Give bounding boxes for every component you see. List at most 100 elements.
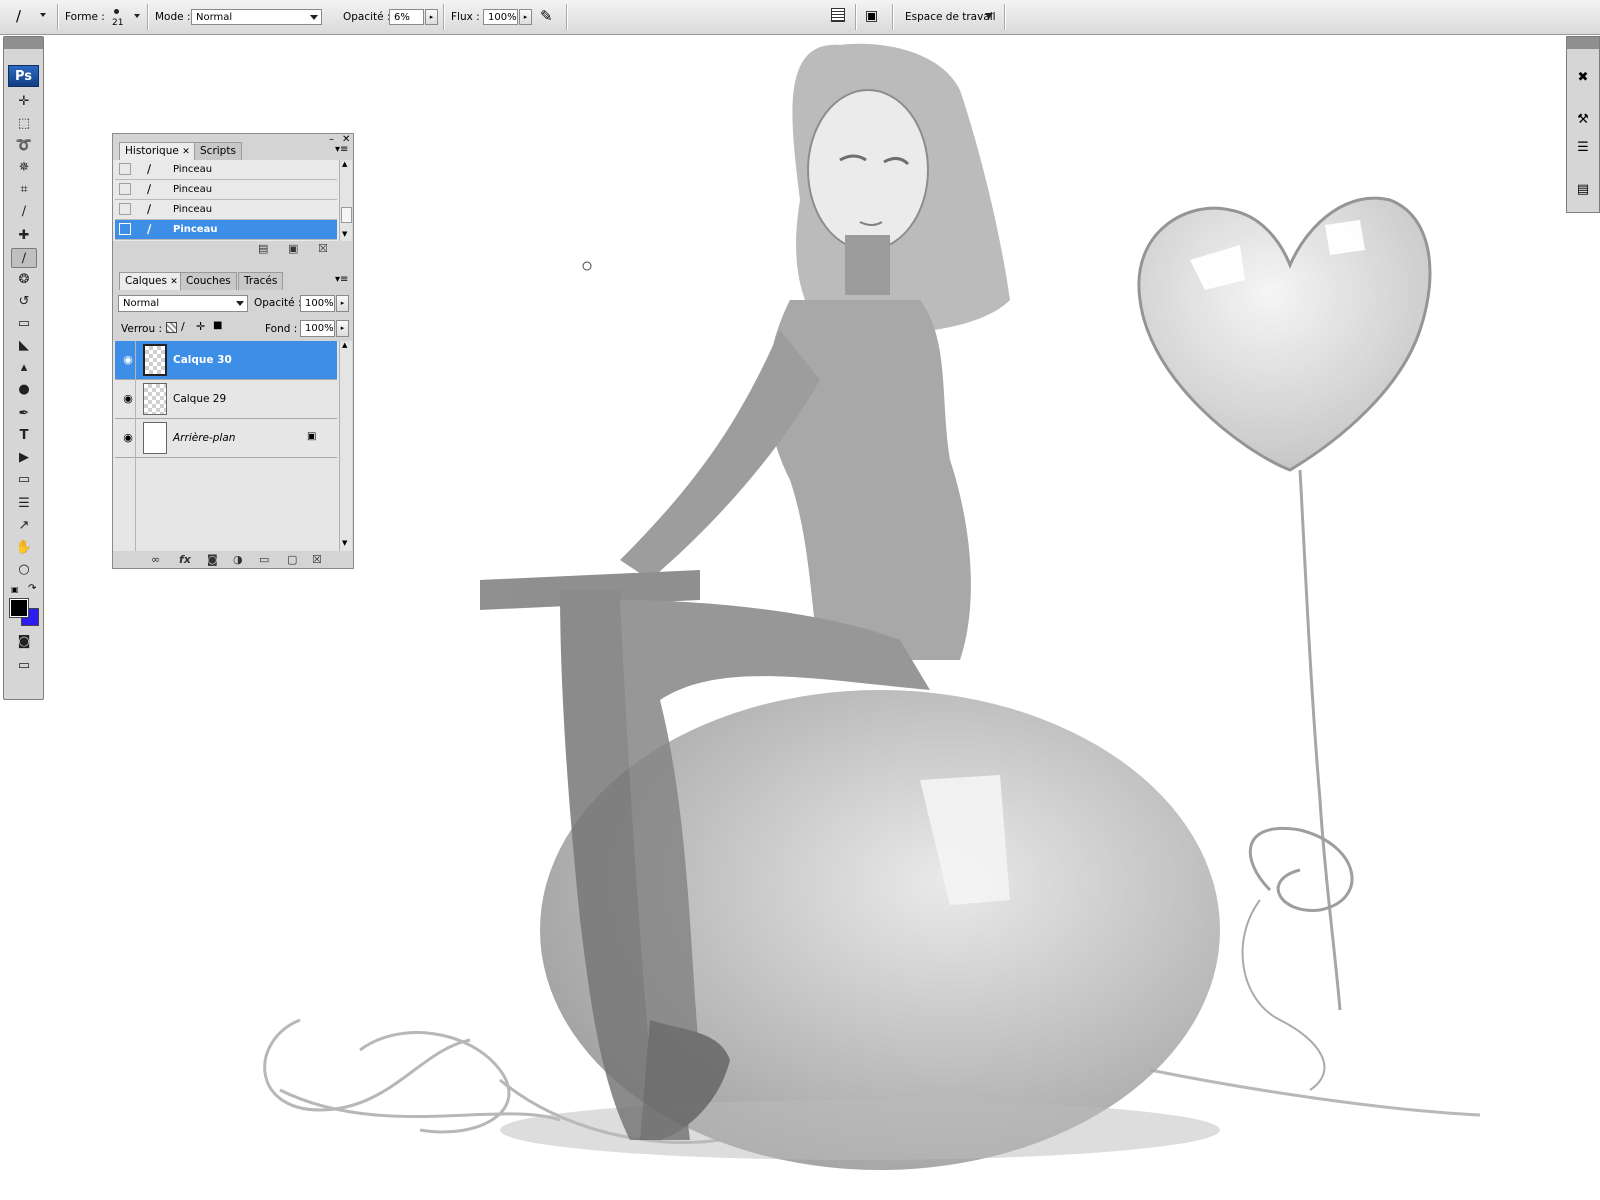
workspace-dropdown-icon[interactable] — [985, 13, 993, 19]
navigator-panel-icon[interactable]: ✖ — [1572, 67, 1594, 89]
new-layer-icon[interactable]: ▢ — [287, 553, 297, 566]
shape-tool-icon[interactable]: ▭ — [11, 470, 37, 490]
scroll-up-icon[interactable]: ▲ — [342, 160, 347, 168]
opacity-slider-button[interactable]: ▸ — [425, 9, 438, 25]
crop-tool-icon[interactable]: ⌗ — [11, 180, 37, 200]
paint-bucket-tool-icon[interactable]: ◣ — [11, 336, 37, 356]
history-brush-tool-icon[interactable]: ↺ — [11, 292, 37, 312]
add-mask-icon[interactable]: ◙ — [207, 553, 218, 566]
layer-row[interactable]: ◉ Arrière-plan ▣ — [115, 419, 337, 458]
visibility-eye-icon[interactable]: ◉ — [121, 353, 135, 366]
brush-tool-preset-icon[interactable]: ∕ — [16, 7, 21, 25]
snapshot-source-checkbox[interactable] — [119, 223, 131, 235]
zoom-tool-icon[interactable]: ○ — [11, 560, 37, 580]
airbrush-icon[interactable]: ✎ — [540, 7, 553, 25]
notes-tool-icon[interactable]: ☰ — [11, 494, 37, 514]
info-panel-icon[interactable]: ▤ — [1572, 179, 1594, 201]
snapshot-source-checkbox[interactable] — [119, 183, 131, 195]
history-item[interactable]: ∕ Pinceau — [115, 160, 337, 180]
quick-mask-icon[interactable]: ◙ — [11, 632, 37, 652]
history-item-selected[interactable]: ∕ Pinceau — [115, 220, 337, 240]
slice-tool-icon[interactable]: ∕ — [11, 202, 37, 222]
type-tool-icon[interactable]: T — [11, 426, 37, 446]
dock-grip[interactable] — [1567, 37, 1599, 49]
photoshop-logo[interactable]: Ps — [8, 65, 39, 87]
snapshot-source-checkbox[interactable] — [119, 203, 131, 215]
mode-select[interactable]: Normal — [191, 9, 322, 25]
screen-mode-icon[interactable]: ▭ — [11, 656, 37, 676]
history-list: ∕ Pinceau ∕ Pinceau ∕ Pinceau ∕ Pinceau — [113, 160, 339, 241]
healing-brush-tool-icon[interactable]: ✚ — [11, 226, 37, 246]
layer-row[interactable]: ◉ Calque 29 — [115, 380, 337, 419]
trash-icon[interactable]: ☒ — [312, 553, 322, 566]
layer-style-fx-icon[interactable]: fx — [179, 553, 191, 566]
swap-colors-icon[interactable]: ↷ — [28, 583, 36, 594]
trash-icon[interactable]: ☒ — [318, 242, 328, 255]
clone-stamp-tool-icon[interactable]: ❂ — [11, 270, 37, 290]
lock-transparency-icon[interactable] — [166, 322, 177, 333]
move-tool-icon[interactable]: ✛ — [11, 92, 37, 112]
tab-calques[interactable]: Calques ✕ — [119, 272, 184, 290]
lock-position-icon[interactable]: ✛ — [196, 320, 205, 333]
flux-slider-button[interactable]: ▸ — [519, 9, 532, 25]
layers-footer: ∞ fx ◙ ◑ ▭ ▢ ☒ — [113, 553, 353, 567]
lock-pixels-icon[interactable]: ∕ — [181, 320, 185, 333]
scroll-down-icon[interactable]: ▼ — [342, 230, 347, 238]
marquee-tool-icon[interactable]: ⬚ — [11, 114, 37, 134]
brush-tool-icon[interactable]: ∕ — [11, 248, 37, 268]
pen-tool-icon[interactable]: ✒ — [11, 404, 37, 424]
workspace-menu-label[interactable]: Espace de travail — [905, 11, 996, 23]
foreground-color-swatch[interactable] — [9, 598, 29, 618]
layers-scrollbar[interactable]: ▲ ▼ — [339, 341, 352, 551]
tool-presets-panel-icon[interactable]: ☰ — [1572, 137, 1594, 159]
panel-menu-icon[interactable]: ▾≡ — [335, 274, 348, 285]
adjustment-layer-icon[interactable]: ◑ — [233, 553, 243, 566]
magic-wand-tool-icon[interactable]: ✵ — [11, 158, 37, 178]
lasso-tool-icon[interactable]: ➰ — [11, 136, 37, 156]
layer-row-selected[interactable]: ◉ Calque 30 — [115, 341, 337, 380]
visibility-eye-icon[interactable]: ◉ — [121, 431, 135, 444]
history-item-label: Pinceau — [173, 204, 213, 215]
scroll-thumb[interactable] — [341, 207, 352, 223]
dodge-tool-icon[interactable]: ● — [11, 380, 37, 400]
close-tab-icon[interactable]: ✕ — [182, 147, 190, 157]
layer-opacity-slider-button[interactable]: ▸ — [336, 295, 349, 312]
brushes-panel-icon[interactable]: ⚒ — [1572, 109, 1594, 131]
tab-traces[interactable]: Tracés — [238, 272, 284, 290]
eraser-tool-icon[interactable]: ▭ — [11, 314, 37, 334]
fill-slider-button[interactable]: ▸ — [336, 320, 349, 337]
brush-picker-dropdown-icon[interactable] — [134, 14, 140, 18]
hand-tool-icon[interactable]: ✋ — [11, 538, 37, 558]
new-group-icon[interactable]: ▭ — [259, 553, 269, 566]
lock-all-icon[interactable]: ■ — [213, 320, 222, 331]
tab-couches[interactable]: Couches — [180, 272, 237, 290]
toolbox-grip[interactable] — [4, 37, 43, 49]
layer-opacity-input[interactable]: 100% — [300, 295, 335, 312]
eyedropper-tool-icon[interactable]: ↗ — [11, 516, 37, 536]
opacity-input[interactable]: 6% — [389, 9, 424, 25]
flux-input[interactable]: 100% — [483, 9, 518, 25]
tab-scripts[interactable]: Scripts — [194, 142, 242, 160]
tool-preset-dropdown-icon[interactable] — [40, 13, 46, 17]
history-item[interactable]: ∕ Pinceau — [115, 200, 337, 220]
scroll-up-icon[interactable]: ▲ — [342, 341, 347, 349]
close-tab-icon[interactable]: ✕ — [170, 277, 178, 287]
panel-menu-icon[interactable]: ▾≡ — [335, 144, 348, 155]
blur-tool-icon[interactable]: ▴ — [11, 358, 37, 378]
tab-historique[interactable]: Historique ✕ — [119, 142, 196, 160]
default-colors-icon[interactable]: ▣ — [11, 585, 19, 594]
bridge-icon[interactable]: ▣ — [865, 8, 878, 24]
history-item[interactable]: ∕ Pinceau — [115, 180, 337, 200]
snapshot-source-checkbox[interactable] — [119, 163, 131, 175]
history-scrollbar[interactable]: ▲ ▼ — [339, 160, 352, 241]
new-document-from-state-icon[interactable]: ▤ — [258, 242, 268, 255]
path-selection-tool-icon[interactable]: ▶ — [11, 448, 37, 468]
brush-preview-dot[interactable] — [114, 9, 119, 14]
new-snapshot-icon[interactable]: ▣ — [288, 242, 298, 255]
scroll-down-icon[interactable]: ▼ — [342, 539, 347, 547]
fill-input[interactable]: 100% — [300, 320, 335, 337]
blend-mode-select[interactable]: Normal — [118, 295, 248, 312]
visibility-eye-icon[interactable]: ◉ — [121, 392, 135, 405]
link-layers-icon[interactable]: ∞ — [151, 553, 160, 566]
palette-well-icon[interactable] — [831, 8, 845, 22]
